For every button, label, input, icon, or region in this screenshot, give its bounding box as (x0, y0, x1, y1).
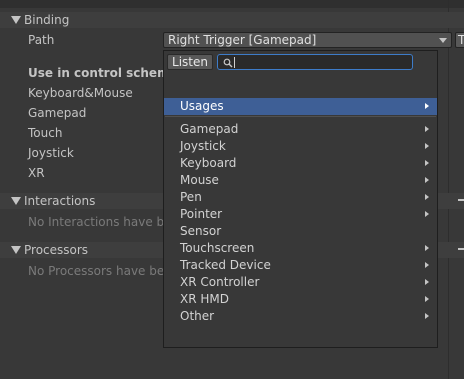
path-dropdown[interactable]: Right Trigger [Gamepad] (163, 32, 452, 48)
menu-item-label: Touchscreen (180, 241, 255, 255)
menu-item-label: Joystick (180, 139, 226, 153)
processors-header-label: Processors (24, 243, 89, 257)
chevron-right-icon (425, 177, 429, 183)
foldout-expanded-icon[interactable] (11, 246, 21, 254)
menu-item-xr-controller[interactable]: XR Controller (164, 274, 437, 291)
menu-item-label: XR Controller (180, 275, 260, 289)
menu-item-xr-hmd[interactable]: XR HMD (164, 291, 437, 308)
scheme-xr[interactable]: XR (28, 166, 45, 180)
menu-item-label: Tracked Device (180, 258, 271, 272)
panel-divider (448, 0, 449, 379)
menu-item-other[interactable]: Other (164, 308, 437, 325)
menu-item-usages[interactable]: Usages (164, 98, 437, 115)
chevron-right-icon (425, 262, 429, 268)
chevron-right-icon (425, 313, 429, 319)
scheme-keyboard-mouse[interactable]: Keyboard&Mouse (28, 86, 133, 100)
path-label: Path (28, 33, 55, 47)
text-caret (234, 57, 235, 68)
menu-item-touchscreen[interactable]: Touchscreen (164, 240, 437, 257)
menu-item-pen[interactable]: Pen (164, 189, 437, 206)
control-picker-dropdown: Listen Usages Gamepad Joystick Keyboard … (163, 50, 438, 348)
add-processor-icon[interactable] (458, 248, 464, 250)
interactions-empty-text: No Interactions have bee (28, 215, 179, 229)
top-toolbar-strip (0, 0, 464, 8)
menu-item-pointer[interactable]: Pointer (164, 206, 437, 223)
menu-item-label: Pointer (180, 207, 223, 221)
menu-item-label: Gamepad (180, 122, 239, 136)
control-scheme-heading: Use in control scheme (28, 66, 178, 80)
binding-section-header[interactable]: Binding (0, 12, 464, 28)
menu-item-sensor[interactable]: Sensor (164, 223, 437, 240)
chevron-down-icon (439, 38, 447, 43)
menu-item-label: Other (180, 309, 215, 323)
chevron-right-icon (425, 143, 429, 149)
chevron-right-icon (425, 194, 429, 200)
chevron-right-icon (425, 279, 429, 285)
menu-item-label: Keyboard (180, 156, 237, 170)
menu-item-label: Mouse (180, 173, 219, 187)
menu-item-label: XR HMD (180, 292, 229, 306)
listen-button[interactable]: Listen (167, 54, 213, 70)
search-icon (223, 58, 233, 68)
menu-divider (165, 116, 436, 117)
menu-item-keyboard[interactable]: Keyboard (164, 155, 437, 172)
scheme-touch[interactable]: Touch (28, 126, 62, 140)
search-input[interactable] (217, 54, 413, 70)
menu-item-label: Usages (180, 99, 224, 113)
menu-item-mouse[interactable]: Mouse (164, 172, 437, 189)
processors-empty-text: No Processors have bee (28, 264, 172, 278)
chevron-right-icon (425, 211, 429, 217)
path-text-mode-button[interactable]: T (455, 32, 464, 48)
chevron-right-icon (425, 160, 429, 166)
chevron-right-icon (425, 296, 429, 302)
chevron-right-icon (425, 126, 429, 132)
menu-item-joystick[interactable]: Joystick (164, 138, 437, 155)
scheme-joystick[interactable]: Joystick (28, 146, 74, 160)
interactions-header-label: Interactions (24, 194, 96, 208)
path-value: Right Trigger [Gamepad] (168, 33, 317, 47)
chevron-right-icon (425, 103, 429, 109)
binding-header-label: Binding (24, 13, 70, 27)
add-interaction-icon[interactable] (458, 199, 464, 201)
foldout-expanded-icon[interactable] (11, 16, 21, 24)
menu-item-gamepad[interactable]: Gamepad (164, 121, 437, 138)
menu-item-label: Sensor (180, 224, 222, 238)
chevron-right-icon (425, 245, 429, 251)
menu-item-tracked-device[interactable]: Tracked Device (164, 257, 437, 274)
menu-item-label: Pen (180, 190, 202, 204)
foldout-expanded-icon[interactable] (11, 197, 21, 205)
scheme-gamepad[interactable]: Gamepad (28, 106, 86, 120)
